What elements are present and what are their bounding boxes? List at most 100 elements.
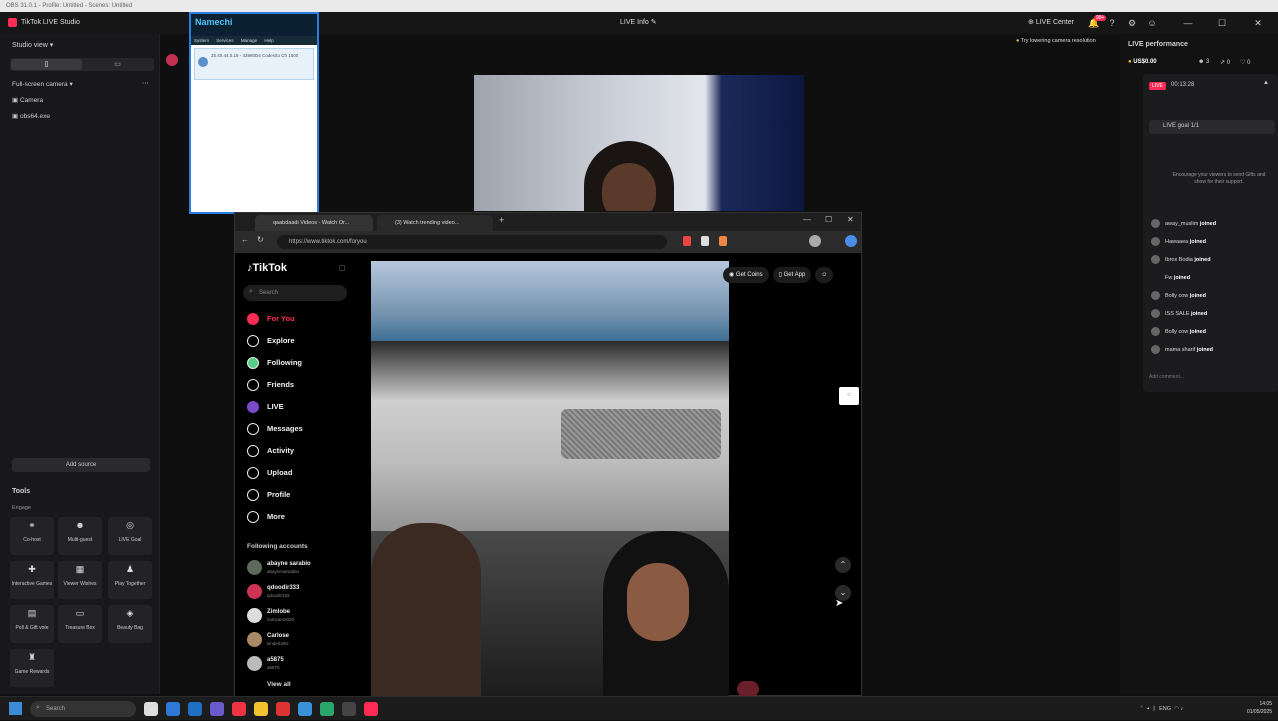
address-bar[interactable]: https://www.tiktok.com/foryou <box>277 235 667 249</box>
extension-icon[interactable] <box>701 236 709 246</box>
tool-interactive-games[interactable]: ✚ Interactive Games <box>10 561 54 599</box>
settings-gear-icon[interactable]: ⚙ <box>1122 12 1142 34</box>
new-tab-icon[interactable]: + <box>499 215 504 225</box>
store-icon[interactable] <box>188 702 202 716</box>
nav-for-you[interactable]: For You <box>247 311 295 327</box>
chevron-up-icon[interactable]: ⌃ <box>1140 706 1143 712</box>
maximize-icon[interactable]: ☐ <box>1212 12 1232 34</box>
clock[interactable]: 14:05 01/05/2025 <box>1232 700 1272 716</box>
live-avatar[interactable] <box>737 681 759 697</box>
account-item[interactable]: a5875 a5875 <box>247 653 284 675</box>
get-coins-button[interactable]: ◉ Get Coins <box>723 267 769 283</box>
get-app-button[interactable]: ▯ Get App <box>772 267 812 283</box>
live-info-button[interactable]: LIVE Info ✎ <box>620 12 657 34</box>
nav-live[interactable]: LIVE <box>247 399 284 415</box>
tool-beauty-bag[interactable]: ◈ Beauty Bag <box>108 605 152 643</box>
nav-following[interactable]: Following <box>247 355 302 371</box>
menu-item-system[interactable]: System <box>194 38 209 43</box>
extension-icon[interactable] <box>719 236 727 246</box>
tool-viewer-wishes[interactable]: ▦ Viewer Wishes <box>58 561 102 599</box>
obs-icon[interactable] <box>342 702 356 716</box>
app-icon[interactable] <box>210 702 224 716</box>
taskbar-search[interactable]: Search <box>30 701 136 717</box>
nav-more[interactable]: More <box>247 509 285 525</box>
extension-icon[interactable] <box>683 236 691 246</box>
profile-avatar[interactable]: ☺ <box>815 267 834 283</box>
edge-icon[interactable] <box>166 702 180 716</box>
nav-friends[interactable]: Friends <box>247 377 294 393</box>
namechi-titlebar[interactable]: Namechi <box>191 14 317 36</box>
file-explorer-icon[interactable] <box>254 702 268 716</box>
windows-start-icon[interactable] <box>9 702 22 715</box>
tool-co-host[interactable]: ⚭ Co-host <box>10 517 54 555</box>
account-item[interactable]: qdoodir333 qdoodir333 <box>247 581 299 603</box>
tiktok-live-studio-icon[interactable] <box>364 702 378 716</box>
engage-label: Engage <box>12 505 31 511</box>
volume-icon[interactable]: ♪ <box>1180 706 1183 712</box>
side-panel-toggle[interactable]: < <box>839 387 859 405</box>
tool-game-rewards[interactable]: ♜ Game Rewards <box>10 649 54 687</box>
nav-messages[interactable]: Messages <box>247 421 303 437</box>
orientation-toggle[interactable]: ▯ ▭ <box>10 58 154 71</box>
menu-item-services[interactable]: Services <box>216 38 233 43</box>
portrait-icon[interactable]: ▯ <box>11 59 82 70</box>
brave-icon[interactable] <box>232 702 246 716</box>
join-name: ISS SALE <box>1165 311 1190 317</box>
cloud-icon[interactable]: ☁ <box>1146 706 1149 712</box>
more-icon[interactable]: ⋯ <box>142 79 149 87</box>
menu-item-help[interactable]: Help <box>264 38 273 43</box>
nav-profile[interactable]: Profile <box>247 487 290 503</box>
account-item[interactable]: Zimlobe zamzam2020 <box>247 605 294 627</box>
extension-icon[interactable] <box>845 235 857 247</box>
nav-activity[interactable]: Activity <box>247 443 294 459</box>
add-source-button[interactable]: Add source <box>12 458 150 472</box>
tool-multi-guest[interactable]: ☻ Multi-guest <box>58 517 102 555</box>
profile-avatar[interactable] <box>809 235 821 247</box>
comment-input[interactable]: Add comment... <box>1149 374 1184 380</box>
landscape-icon[interactable]: ▭ <box>82 59 153 70</box>
source-item-window[interactable]: ▣ obs64.exe <box>12 112 50 120</box>
view-all-link[interactable]: View all <box>267 681 291 688</box>
account-item[interactable]: abayne sarabio abaynesaraabio <box>247 557 311 579</box>
close-icon[interactable]: ✕ <box>847 215 854 224</box>
tool-poll-gift-vote[interactable]: ▤ Poll & Gift vote <box>10 605 54 643</box>
scene-header[interactable]: Full-screen camera ▾ <box>12 80 73 88</box>
browser-tab-active[interactable]: (3) Watch trending video... <box>377 215 493 231</box>
live-goal-bar[interactable]: LIVE goal 1/1 <box>1149 120 1275 134</box>
studio-view-dropdown[interactable]: Studio view ▾ <box>12 41 53 49</box>
collapse-icon[interactable]: ▢ <box>339 264 346 272</box>
wifi-icon[interactable]: ◠ <box>1174 706 1179 712</box>
menu-item-manage[interactable]: Manage <box>241 38 257 43</box>
app-icon[interactable] <box>298 702 312 716</box>
join-name: Bolly cow <box>1165 293 1189 299</box>
warning-icon[interactable]: ▲ <box>1263 80 1269 86</box>
close-icon[interactable]: ✕ <box>1248 12 1268 34</box>
tool-play-together[interactable]: ♟ Play Together <box>108 561 152 599</box>
help-icon[interactable]: ? <box>1102 12 1122 34</box>
video-player[interactable] <box>371 261 729 697</box>
profile-icon[interactable]: ☺ <box>1142 12 1162 34</box>
live-center-button[interactable]: ⊕ LIVE Center <box>1028 12 1074 34</box>
language-indicator[interactable]: ENG <box>1159 706 1171 712</box>
scroll-up-icon[interactable]: ⌃ <box>835 557 851 573</box>
browser-tab[interactable]: qaabdaadi Videos - Watch Or... <box>255 215 373 231</box>
maximize-icon[interactable]: ☐ <box>825 215 832 224</box>
back-icon[interactable]: ← <box>241 235 249 244</box>
search-input[interactable]: Search <box>243 285 347 301</box>
app-icon[interactable] <box>276 702 290 716</box>
minimize-icon[interactable]: — <box>1178 12 1198 34</box>
tiktok-logo[interactable]: ♪TikTok <box>247 262 287 274</box>
minimize-icon[interactable]: — <box>803 215 811 224</box>
task-view-icon[interactable] <box>144 702 158 716</box>
nav-label: For You <box>267 314 295 323</box>
tool-treasure-box[interactable]: ▭ Treasure Box <box>58 605 102 643</box>
app-icon[interactable] <box>320 702 334 716</box>
nav-upload[interactable]: Upload <box>247 465 292 481</box>
namechi-list-item[interactable]: 25.40.44.0.18 - 43980D4 Codes/to Ch 1500 <box>194 48 314 80</box>
reload-icon[interactable]: ↻ <box>257 235 264 244</box>
account-item[interactable]: Carlose kinderbeltz <box>247 629 289 651</box>
tool-live-goal[interactable]: ◎ LIVE Goal <box>108 517 152 555</box>
bluetooth-icon[interactable]: ᛒ <box>1153 706 1156 712</box>
source-item-camera[interactable]: ▣ Camera <box>12 96 43 104</box>
nav-explore[interactable]: Explore <box>247 333 295 349</box>
